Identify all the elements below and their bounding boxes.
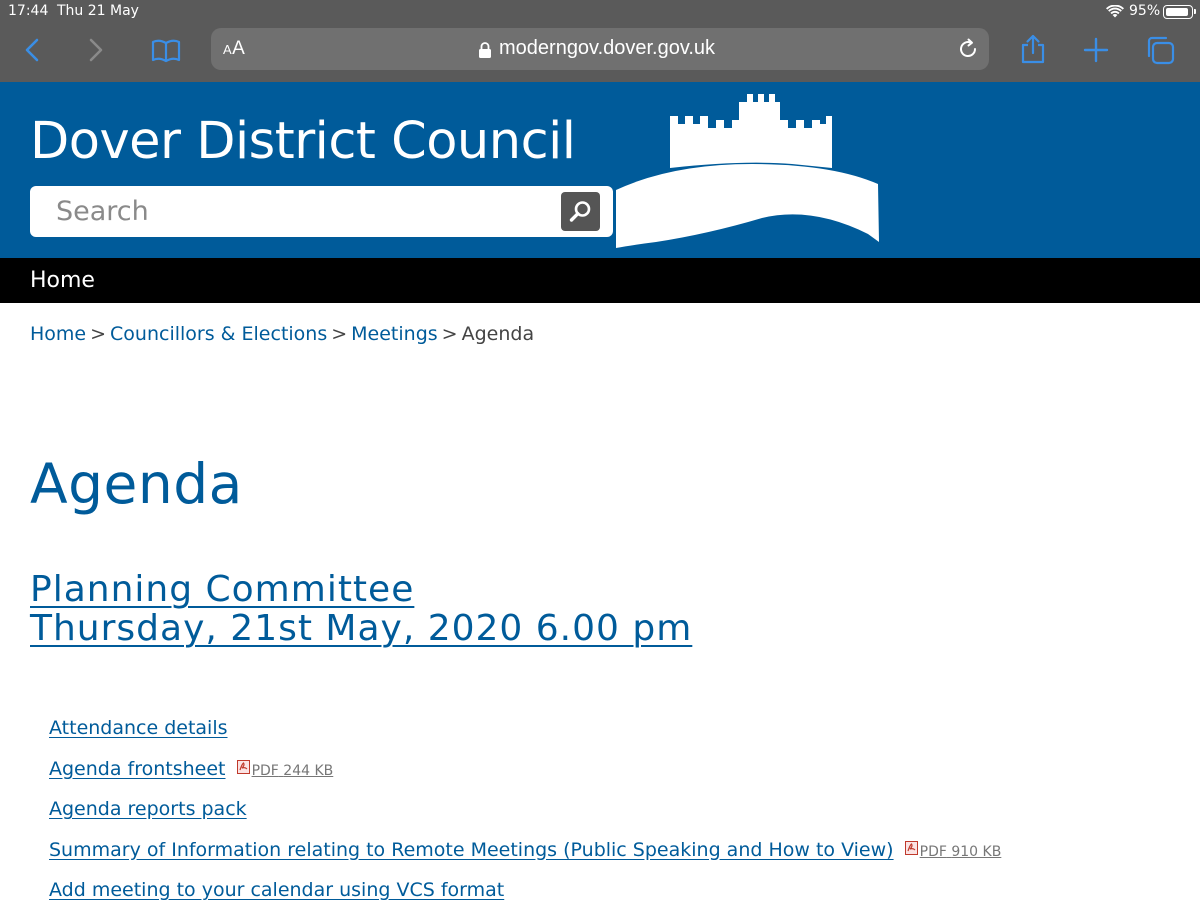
list-item: Agenda frontsheet PDF 244 KB	[49, 758, 1189, 799]
back-button[interactable]	[17, 34, 49, 66]
url-text: moderngov.dover.gov.uk	[499, 37, 716, 59]
status-date: Thu 21 May	[57, 3, 139, 19]
pdf-icon	[904, 840, 918, 855]
status-time: 17:44	[8, 3, 49, 19]
search-box	[30, 186, 613, 237]
lock-icon	[479, 42, 491, 58]
page-title: Agenda	[30, 452, 243, 516]
search-button[interactable]	[561, 192, 600, 231]
plus-icon	[1083, 37, 1109, 63]
nav-home-link[interactable]: Home	[30, 268, 95, 293]
address-bar[interactable]: AA moderngov.dover.gov.uk	[211, 28, 989, 70]
browser-toolbar: AA moderngov.dover.gov.uk	[0, 24, 1200, 82]
council-logo	[616, 94, 879, 248]
breadcrumb: Home > Councillors & Elections > Meetings > Ag…	[30, 323, 534, 345]
text-size-button[interactable]: AA	[223, 38, 245, 60]
book-icon	[151, 39, 181, 63]
meeting-datetime: Thursday, 21st May, 2020 6.00 pm	[30, 608, 693, 649]
document-list: Attendance details Agenda frontsheet PDF…	[49, 717, 1189, 900]
list-item: Summary of Information relating to Remot…	[49, 839, 1189, 880]
attendance-details-link[interactable]: Attendance details	[49, 717, 228, 739]
breadcrumb-current: Agenda	[461, 323, 535, 345]
meeting-name: Planning Committee	[30, 569, 415, 610]
wifi-icon	[1106, 5, 1124, 18]
forward-button[interactable]	[79, 34, 111, 66]
site-header: Dover District Council	[0, 82, 1200, 258]
pdf-icon	[236, 759, 250, 774]
breadcrumb-meetings[interactable]: Meetings	[351, 323, 438, 345]
agenda-frontsheet-link[interactable]: Agenda frontsheet	[49, 758, 226, 780]
site-title[interactable]: Dover District Council	[30, 112, 576, 171]
share-icon	[1021, 34, 1045, 64]
pdf-size-label[interactable]: PDF 910 KB	[920, 844, 1002, 860]
breadcrumb-home[interactable]: Home	[30, 323, 86, 345]
add-to-calendar-link[interactable]: Add meeting to your calendar using VCS f…	[49, 879, 504, 900]
bookmarks-button[interactable]	[150, 34, 182, 66]
breadcrumb-separator: >	[331, 323, 348, 345]
chevron-right-icon	[89, 38, 103, 62]
list-item: Agenda reports pack	[49, 798, 1189, 839]
breadcrumb-separator: >	[441, 323, 458, 345]
meeting-title-link[interactable]: Planning Committee Thursday, 21st May, 2…	[30, 570, 692, 648]
breadcrumb-councillors-elections[interactable]: Councillors & Elections	[110, 323, 327, 345]
battery-icon	[1163, 5, 1196, 19]
reload-icon[interactable]	[957, 38, 979, 60]
new-tab-button[interactable]	[1080, 34, 1112, 66]
pdf-size-label[interactable]: PDF 244 KB	[252, 763, 334, 779]
list-item: Add meeting to your calendar using VCS f…	[49, 879, 1189, 900]
magnifier-icon	[569, 201, 591, 222]
share-button[interactable]	[1017, 33, 1049, 65]
main-nav: Home	[0, 258, 1200, 303]
breadcrumb-separator: >	[90, 323, 107, 345]
search-input[interactable]	[30, 186, 550, 237]
agenda-reports-pack-link[interactable]: Agenda reports pack	[49, 798, 247, 820]
tabs-icon	[1147, 36, 1175, 65]
remote-meetings-summary-link[interactable]: Summary of Information relating to Remot…	[49, 839, 894, 861]
chevron-left-icon	[25, 38, 39, 62]
battery-percentage: 95%	[1129, 3, 1161, 19]
list-item: Attendance details	[49, 717, 1189, 758]
status-bar: 17:44 Thu 21 May 95%	[0, 0, 1200, 24]
tabs-button[interactable]	[1144, 34, 1176, 66]
